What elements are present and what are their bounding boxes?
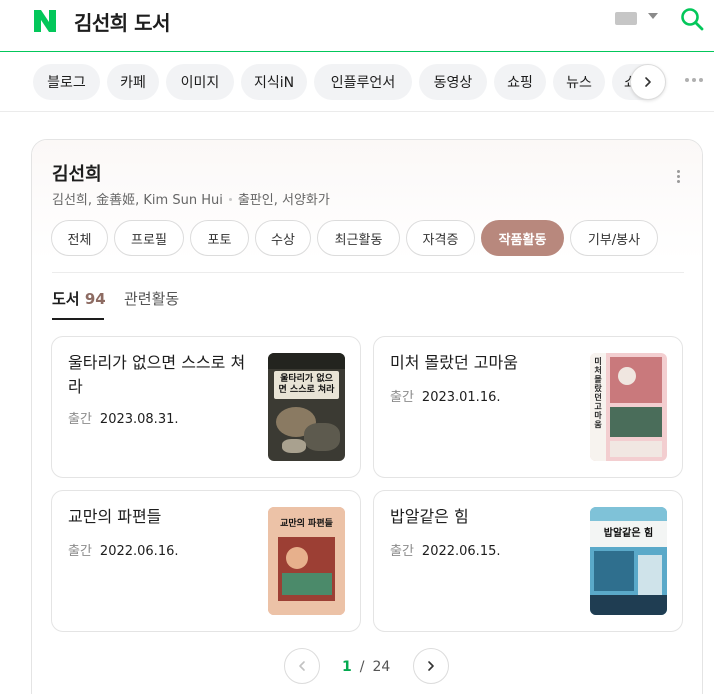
pagination-prev-button[interactable] — [284, 648, 320, 684]
chevron-right-icon — [645, 77, 651, 87]
cover-title-text: 교만의 파편들 — [280, 519, 333, 529]
cover-illustration — [610, 357, 662, 403]
filter-chip-donation[interactable]: 기부/봉사 — [570, 220, 658, 256]
publish-label: 출간 — [68, 544, 92, 559]
cover-illustration — [282, 439, 306, 453]
active-tab-indicator — [52, 318, 104, 320]
nav-item-cafe[interactable]: 카페 — [107, 64, 159, 100]
nav-item-blog[interactable]: 블로그 — [33, 64, 100, 100]
section-divider — [52, 272, 684, 273]
cover-illustration — [304, 423, 340, 451]
book-title[interactable]: 미처 몰랐던 고마움 — [390, 351, 580, 375]
naver-logo-icon[interactable] — [32, 8, 58, 34]
book-item[interactable]: 미처 몰랐던 고마움 출간 2023.01.16. 미처 몰랐던 고마움 — [373, 336, 683, 478]
publish-date: 2023.01.16. — [421, 390, 501, 405]
publish-label: 출간 — [390, 544, 414, 559]
cover-title-text: 밥알같은 힘 — [603, 528, 654, 539]
cover-illustration — [590, 595, 667, 615]
pagination-total: 24 — [372, 659, 391, 675]
cover-illustration — [594, 551, 634, 591]
search-category-nav: 블로그 카페 이미지 지식iN 인플루언서 동영상 쇼핑 뉴스 쇼 — [0, 52, 714, 112]
filter-chip-awards[interactable]: 수상 — [255, 220, 311, 256]
cover-band — [268, 353, 345, 369]
publish-date: 2022.06.16. — [99, 544, 179, 559]
book-publish-date: 출간 2022.06.15. — [390, 540, 501, 559]
keyboard-icon[interactable] — [615, 12, 637, 25]
book-publish-date: 출간 2022.06.16. — [68, 540, 179, 559]
search-query-text[interactable]: 김선희 도서 — [74, 7, 170, 36]
book-item[interactable]: 울타리가 없으면 스스로 쳐라 출간 2023.08.31. 울타리가 없으면 스… — [51, 336, 361, 478]
book-title[interactable]: 밥알같은 힘 — [390, 505, 580, 529]
cover-illustration — [282, 573, 332, 595]
person-subtitle: 김선희, 金善姬, Kim Sun Hui 출판인, 서양화가 — [52, 189, 330, 208]
publish-label: 출간 — [68, 412, 92, 427]
person-roles: 출판인, 서양화가 — [237, 193, 330, 208]
tab-books-label: 도서 — [52, 290, 80, 308]
filter-chip-photo[interactable]: 포토 — [190, 220, 249, 256]
separator-dot — [228, 197, 232, 201]
pagination-indicator: 1 / 24 — [342, 659, 390, 675]
book-publish-date: 출간 2023.01.16. — [390, 386, 501, 405]
chevron-left-icon — [299, 661, 305, 671]
pagination-separator: / — [359, 659, 365, 675]
person-aliases: 김선희, 金善姬, Kim Sun Hui — [52, 193, 223, 208]
cover-band — [590, 507, 667, 521]
search-icon[interactable] — [680, 7, 704, 31]
book-cover-image[interactable]: 밥알같은 힘 — [590, 507, 667, 615]
cover-title-text: 미처 몰랐던 고마움 — [594, 357, 602, 429]
book-cover-image[interactable]: 울타리가 없으면 스스로 쳐라 — [268, 353, 345, 461]
chevron-right-icon — [428, 661, 434, 671]
filter-chip-all[interactable]: 전체 — [51, 220, 108, 256]
book-title[interactable]: 울타리가 없으면 스스로 쳐라 — [68, 351, 258, 399]
book-title[interactable]: 교만의 파편들 — [68, 505, 258, 529]
nav-item-news[interactable]: 뉴스 — [553, 64, 605, 100]
nav-item-kin[interactable]: 지식iN — [241, 64, 307, 100]
pagination-current: 1 — [342, 659, 352, 675]
filter-chip-profile[interactable]: 프로필 — [114, 220, 184, 256]
book-item[interactable]: 교만의 파편들 출간 2022.06.16. 교만의 파편들 — [51, 490, 361, 632]
book-cover-image[interactable]: 교만의 파편들 — [268, 507, 345, 615]
nav-item-image[interactable]: 이미지 — [166, 64, 234, 100]
book-publish-date: 출간 2023.08.31. — [68, 408, 179, 427]
nav-item-influencer[interactable]: 인플루언서 — [314, 64, 412, 100]
more-dots-icon[interactable] — [685, 78, 703, 82]
cover-illustration — [618, 367, 636, 385]
search-header: 김선희 도서 — [0, 0, 714, 52]
filter-chip-recent[interactable]: 최근활동 — [317, 220, 400, 256]
publish-label: 출간 — [390, 390, 414, 405]
tab-books-count: 94 — [84, 290, 106, 308]
nav-item-shopping[interactable]: 쇼핑 — [494, 64, 546, 100]
filter-chip-certificates[interactable]: 자격증 — [406, 220, 475, 256]
person-name[interactable]: 김선희 — [52, 160, 102, 186]
tab-books[interactable]: 도서 94 — [52, 288, 106, 309]
cover-illustration — [610, 441, 662, 457]
pagination-next-button[interactable] — [413, 648, 449, 684]
nav-next-button[interactable] — [630, 64, 666, 100]
nav-item-video[interactable]: 동영상 — [419, 64, 487, 100]
publish-date: 2022.06.15. — [421, 544, 501, 559]
book-cover-image[interactable]: 미처 몰랐던 고마움 — [590, 353, 667, 461]
cover-illustration — [286, 547, 308, 569]
filter-chip-works[interactable]: 작품활동 — [481, 220, 564, 256]
cover-title-text: 울타리가 없으면 스스로 쳐라 — [278, 374, 335, 395]
book-item[interactable]: 밥알같은 힘 출간 2022.06.15. 밥알같은 힘 — [373, 490, 683, 632]
publish-date: 2023.08.31. — [99, 412, 179, 427]
tab-related-activities[interactable]: 관련활동 — [124, 288, 179, 309]
kebab-menu-icon[interactable] — [677, 170, 680, 183]
dropdown-caret-icon[interactable] — [648, 13, 658, 19]
cover-illustration — [610, 407, 662, 437]
